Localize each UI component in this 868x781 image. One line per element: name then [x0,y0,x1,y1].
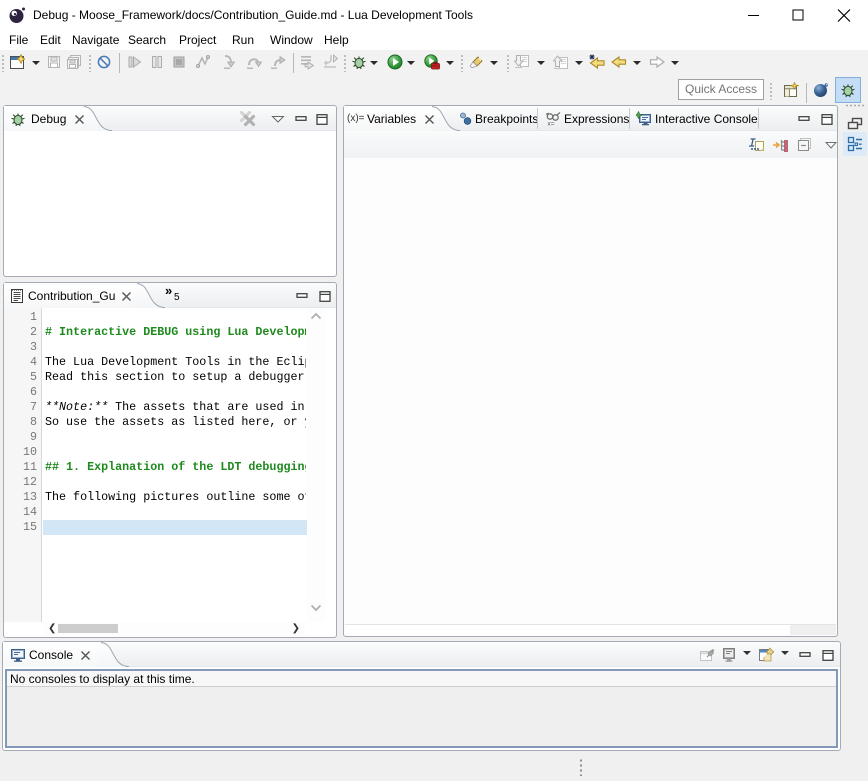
svg-text:x=: x= [548,121,555,128]
